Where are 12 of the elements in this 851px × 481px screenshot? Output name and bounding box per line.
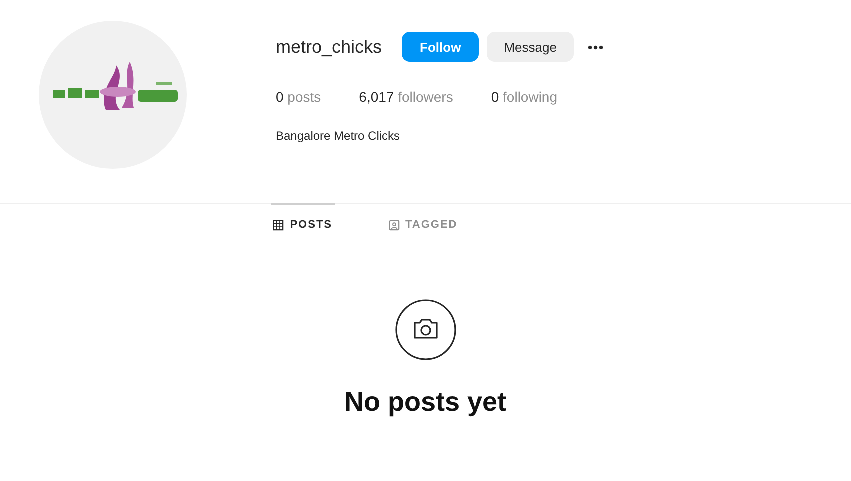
bio-text: Bangalore Metro Clicks [276, 129, 402, 143]
tag-icon [388, 220, 400, 230]
stat-count[interactable]: 0 following [491, 89, 558, 105]
grid-icon [273, 220, 284, 230]
stat-count[interactable]: 0 posts [276, 89, 322, 105]
username: metro_chicks [276, 36, 382, 58]
empty-state-title: No posts yet [344, 387, 507, 418]
profile-tab[interactable]: POSTS [271, 203, 335, 231]
camera-icon [394, 299, 456, 361]
message-button[interactable]: Message [487, 32, 574, 62]
stat-count[interactable]: 6,017 followers [359, 89, 454, 105]
more-options-button[interactable]: ••• [582, 40, 611, 54]
